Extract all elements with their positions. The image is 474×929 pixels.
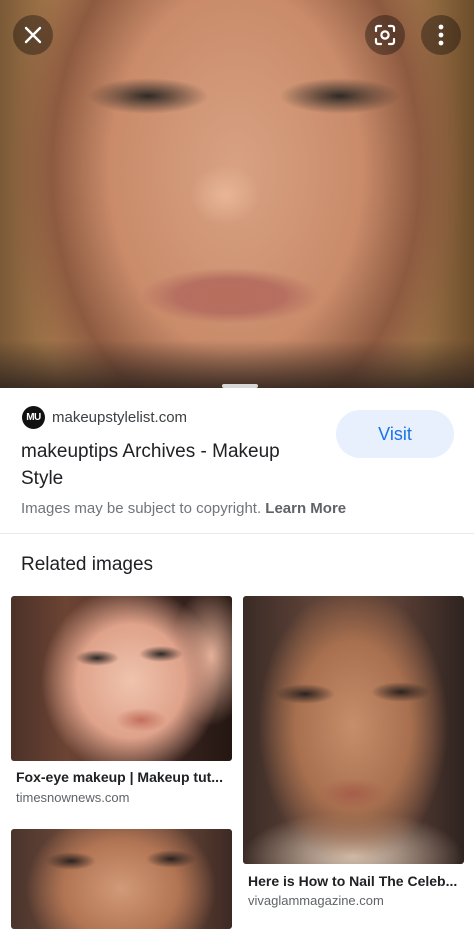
related-image-card[interactable]: [11, 829, 232, 929]
more-vertical-icon: [438, 24, 444, 46]
related-image-title[interactable]: Fox-eye makeup | Makeup tut...: [16, 769, 228, 785]
related-image-title[interactable]: Here is How to Nail The Celeb...: [248, 873, 462, 889]
image-drag-handle[interactable]: [222, 384, 258, 388]
more-options-button[interactable]: [421, 15, 461, 55]
lens-button[interactable]: [365, 15, 405, 55]
related-images-heading: Related images: [21, 554, 154, 575]
related-image-source: timesnownews.com: [16, 790, 130, 805]
related-image-card[interactable]: Fox-eye makeup | Makeup tut... timesnown…: [11, 596, 232, 812]
divider: [0, 533, 474, 534]
close-button[interactable]: [13, 15, 53, 55]
source-row[interactable]: MU makeupstylelist.com: [22, 405, 187, 429]
page-title[interactable]: makeuptips Archives - Makeup Style: [21, 438, 321, 492]
close-icon: [24, 26, 42, 44]
related-image-thumbnail[interactable]: [243, 596, 464, 864]
main-image[interactable]: [0, 0, 474, 388]
main-image-shade: [0, 340, 474, 388]
copyright-text: Images may be subject to copyright.: [21, 500, 262, 517]
related-image-source: vivaglammagazine.com: [248, 893, 384, 908]
related-image-thumbnail[interactable]: [11, 829, 232, 929]
site-avatar: MU: [22, 405, 45, 429]
lens-icon: [374, 24, 396, 46]
related-image-card[interactable]: Here is How to Nail The Celeb... vivagla…: [243, 596, 464, 916]
related-image-thumbnail[interactable]: [11, 596, 232, 761]
learn-more-link[interactable]: Learn More: [265, 500, 346, 517]
image-viewer-page: MU makeupstylelist.com makeuptips Archiv…: [0, 0, 474, 929]
visit-button[interactable]: Visit: [336, 410, 454, 458]
copyright-notice: Images may be subject to copyright. Lear…: [21, 500, 346, 517]
site-domain[interactable]: makeupstylelist.com: [52, 409, 187, 426]
